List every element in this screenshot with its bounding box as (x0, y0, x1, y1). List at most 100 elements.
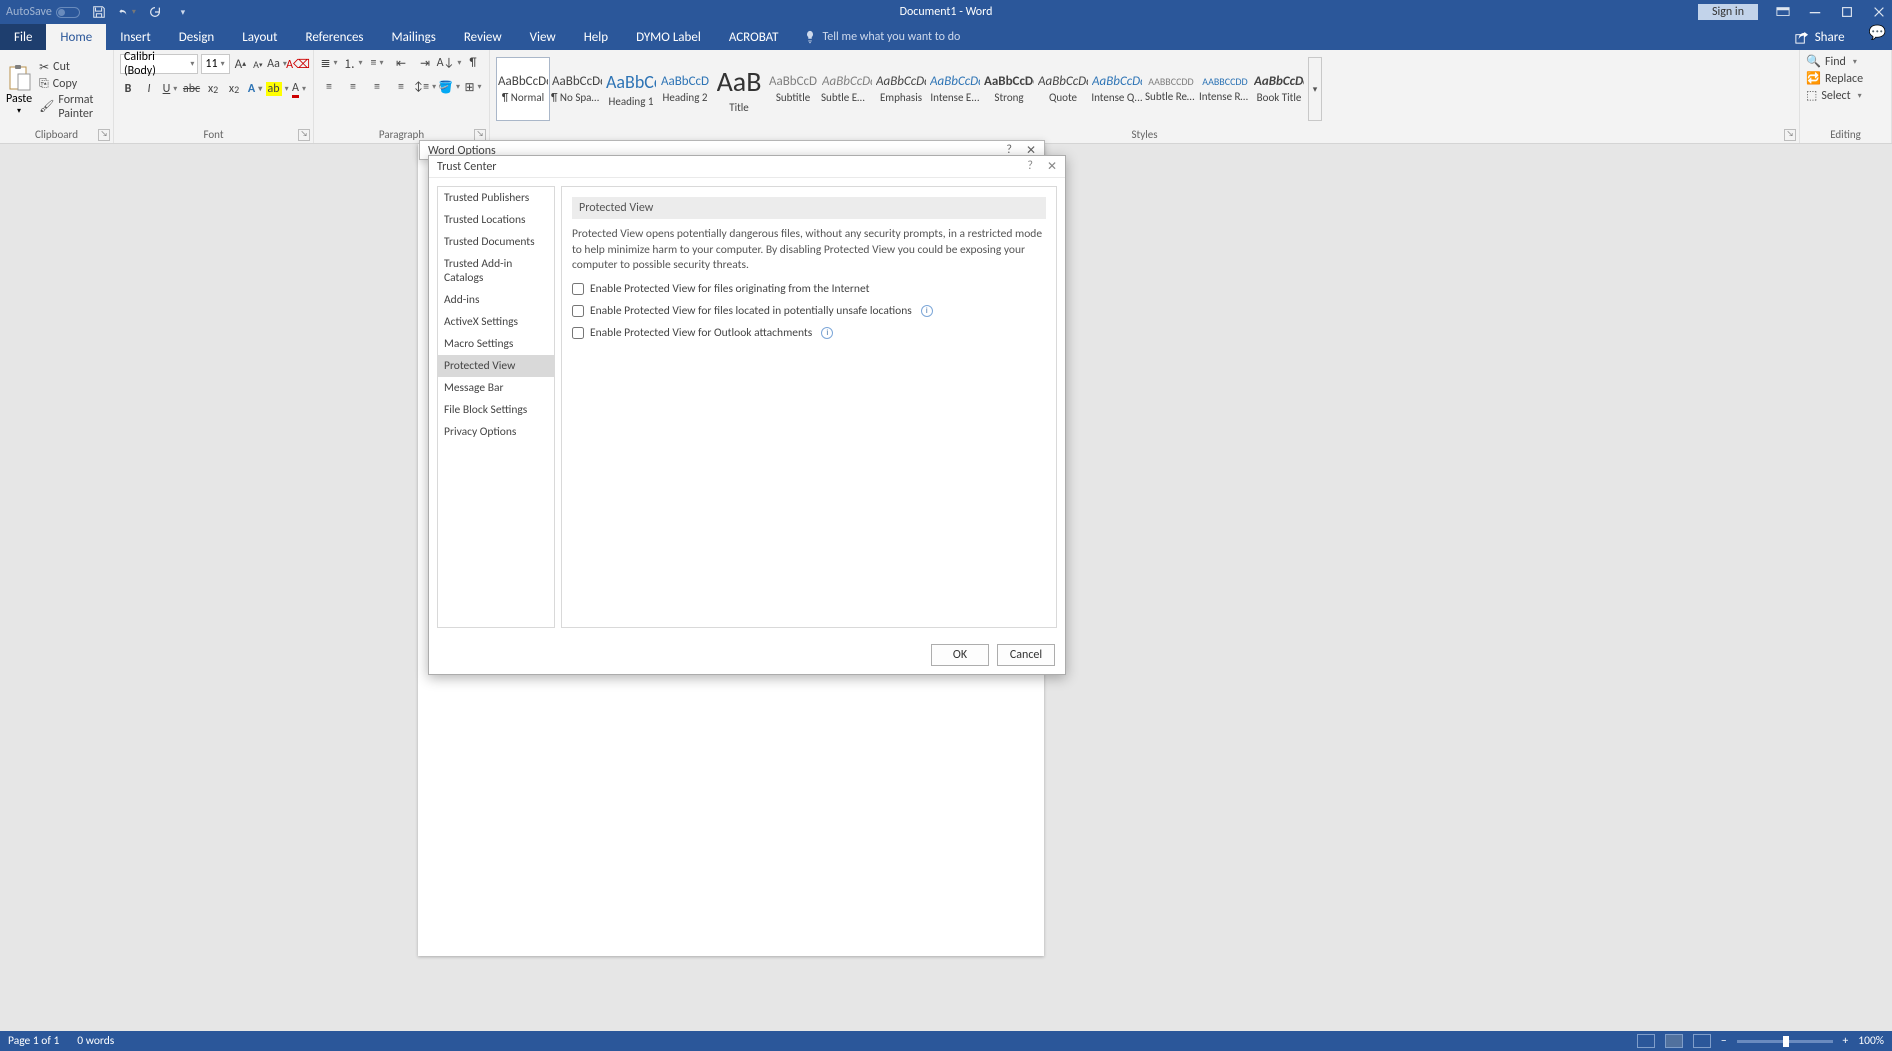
undo-button[interactable] (118, 3, 136, 21)
underline-button[interactable]: U (162, 80, 178, 98)
style-heading-1[interactable]: AaBbCcHeading 1 (604, 57, 658, 121)
checkbox-internet[interactable]: Enable Protected View for files originat… (572, 282, 1046, 296)
zoom-slider[interactable] (1737, 1040, 1833, 1043)
minimize-button[interactable] (1808, 5, 1822, 19)
cancel-button[interactable]: Cancel (997, 644, 1055, 666)
checkbox-internet-input[interactable] (572, 283, 584, 295)
font-color-button[interactable]: A (291, 80, 307, 98)
dialog-help-button[interactable]: ? (1027, 159, 1033, 174)
tab-insert[interactable]: Insert (106, 24, 165, 50)
style--no-spac-[interactable]: AaBbCcDd¶ No Spac... (550, 57, 604, 121)
tc-nav-file-block-settings[interactable]: File Block Settings (438, 399, 554, 421)
maximize-button[interactable] (1840, 5, 1854, 19)
style-strong[interactable]: AaBbCcDdStrong (982, 57, 1036, 121)
style-title[interactable]: AaBTitle (712, 57, 766, 121)
qat-customize[interactable]: ▾ (174, 3, 192, 21)
tc-nav-trusted-add-in-catalogs[interactable]: Trusted Add-in Catalogs (438, 253, 554, 289)
tab-home[interactable]: Home (46, 24, 106, 50)
superscript-button[interactable]: x2 (226, 80, 242, 98)
numbering-button[interactable]: ⒈ (344, 54, 362, 72)
word-count[interactable]: 0 words (77, 1034, 114, 1048)
zoom-thumb[interactable] (1783, 1036, 1789, 1047)
multilevel-button[interactable]: ≡ (368, 54, 386, 72)
tc-nav-activex-settings[interactable]: ActiveX Settings (438, 311, 554, 333)
find-button[interactable]: 🔍Find (1806, 54, 1885, 69)
replace-button[interactable]: 🔁Replace (1806, 71, 1885, 86)
clipboard-launcher[interactable]: ↘ (98, 129, 110, 141)
sort-button[interactable]: A↓ (440, 54, 458, 72)
shading-button[interactable]: 🪣 (440, 78, 458, 96)
tab-file[interactable]: File (0, 24, 46, 50)
tc-nav-trusted-locations[interactable]: Trusted Locations (438, 209, 554, 231)
zoom-out-button[interactable]: − (1721, 1034, 1727, 1048)
font-launcher[interactable]: ↘ (298, 129, 310, 141)
style-intense-q-[interactable]: AaBbCcDdIntense Q... (1090, 57, 1144, 121)
tc-nav-trusted-publishers[interactable]: Trusted Publishers (438, 187, 554, 209)
tc-nav-trusted-documents[interactable]: Trusted Documents (438, 231, 554, 253)
text-effects-button[interactable]: A (247, 80, 263, 98)
tab-help[interactable]: Help (570, 24, 622, 50)
align-right-button[interactable]: ≡ (368, 78, 386, 96)
styles-more-button[interactable]: ▾ (1308, 57, 1322, 121)
borders-button[interactable]: ⊞ (464, 78, 482, 96)
italic-button[interactable]: I (141, 80, 157, 98)
tab-mailings[interactable]: Mailings (378, 24, 450, 50)
checkbox-unsafe-locations[interactable]: Enable Protected View for files located … (572, 304, 1046, 318)
tc-nav-privacy-options[interactable]: Privacy Options (438, 421, 554, 443)
style-heading-2[interactable]: AaBbCcDHeading 2 (658, 57, 712, 121)
highlight-button[interactable]: ab (268, 80, 286, 98)
zoom-level[interactable]: 100% (1858, 1034, 1884, 1048)
tab-dymo[interactable]: DYMO Label (622, 24, 715, 50)
format-painter-button[interactable]: 🖌Format Painter (39, 93, 107, 121)
share-button[interactable]: Share (1794, 24, 1863, 50)
ok-button[interactable]: OK (931, 644, 989, 666)
style-intense-re-[interactable]: AABBCCDDIntense Re... (1198, 57, 1252, 121)
ribbon-display-icon[interactable] (1776, 5, 1790, 19)
bullets-button[interactable]: ≣ (320, 54, 338, 72)
trust-center-titlebar[interactable]: Trust Center ? ✕ (429, 156, 1065, 178)
style-book-title[interactable]: AaBbCcDdBook Title (1252, 57, 1306, 121)
font-size-combo[interactable]: 11 (201, 54, 230, 74)
tc-nav-add-ins[interactable]: Add-ins (438, 289, 554, 311)
close-button[interactable] (1872, 5, 1886, 19)
tell-me-search[interactable]: Tell me what you want to do (803, 24, 961, 50)
web-layout-button[interactable] (1693, 1034, 1711, 1048)
tc-nav-message-bar[interactable]: Message Bar (438, 377, 554, 399)
show-marks-button[interactable]: ¶ (464, 54, 482, 72)
dec-indent-button[interactable]: ⇤ (392, 54, 410, 72)
autosave-toggle[interactable]: AutoSave (6, 5, 80, 19)
tc-nav-protected-view[interactable]: Protected View (438, 355, 554, 377)
align-center-button[interactable]: ≡ (344, 78, 362, 96)
style-emphasis[interactable]: AaBbCcDdEmphasis (874, 57, 928, 121)
print-layout-button[interactable] (1665, 1034, 1683, 1048)
info-icon[interactable]: i (921, 305, 933, 317)
select-button[interactable]: ⬚Select (1806, 88, 1885, 103)
justify-button[interactable]: ≡ (392, 78, 410, 96)
tc-nav-macro-settings[interactable]: Macro Settings (438, 333, 554, 355)
tab-view[interactable]: View (516, 24, 570, 50)
redo-button[interactable] (146, 3, 164, 21)
style-quote[interactable]: AaBbCcDdQuote (1036, 57, 1090, 121)
subscript-button[interactable]: x2 (205, 80, 221, 98)
bold-button[interactable]: B (120, 80, 136, 98)
tab-acrobat[interactable]: ACROBAT (715, 24, 793, 50)
dialog-close-button[interactable]: ✕ (1047, 159, 1057, 174)
style-intense-e-[interactable]: AaBbCcDdIntense E... (928, 57, 982, 121)
style-subtitle[interactable]: AaBbCcDSubtitle (766, 57, 820, 121)
page-indicator[interactable]: Page 1 of 1 (8, 1034, 59, 1048)
tab-design[interactable]: Design (165, 24, 228, 50)
cut-button[interactable]: ✂Cut (39, 60, 107, 75)
read-mode-button[interactable] (1637, 1034, 1655, 1048)
style-subtle-ref-[interactable]: AABBCCDDSubtle Ref... (1144, 57, 1198, 121)
comments-icon[interactable]: 💬 (1863, 24, 1892, 50)
checkbox-unsafe-input[interactable] (572, 305, 584, 317)
save-icon[interactable] (90, 3, 108, 21)
paste-button[interactable]: Paste ▾ (6, 64, 32, 116)
tab-layout[interactable]: Layout (228, 24, 291, 50)
checkbox-outlook[interactable]: Enable Protected View for Outlook attach… (572, 326, 1046, 340)
inc-indent-button[interactable]: ⇥ (416, 54, 434, 72)
style-subtle-em-[interactable]: AaBbCcDdSubtle Em... (820, 57, 874, 121)
tab-review[interactable]: Review (450, 24, 516, 50)
shrink-font-button[interactable]: A▾ (251, 55, 265, 73)
copy-button[interactable]: ⎘Copy (39, 77, 107, 91)
